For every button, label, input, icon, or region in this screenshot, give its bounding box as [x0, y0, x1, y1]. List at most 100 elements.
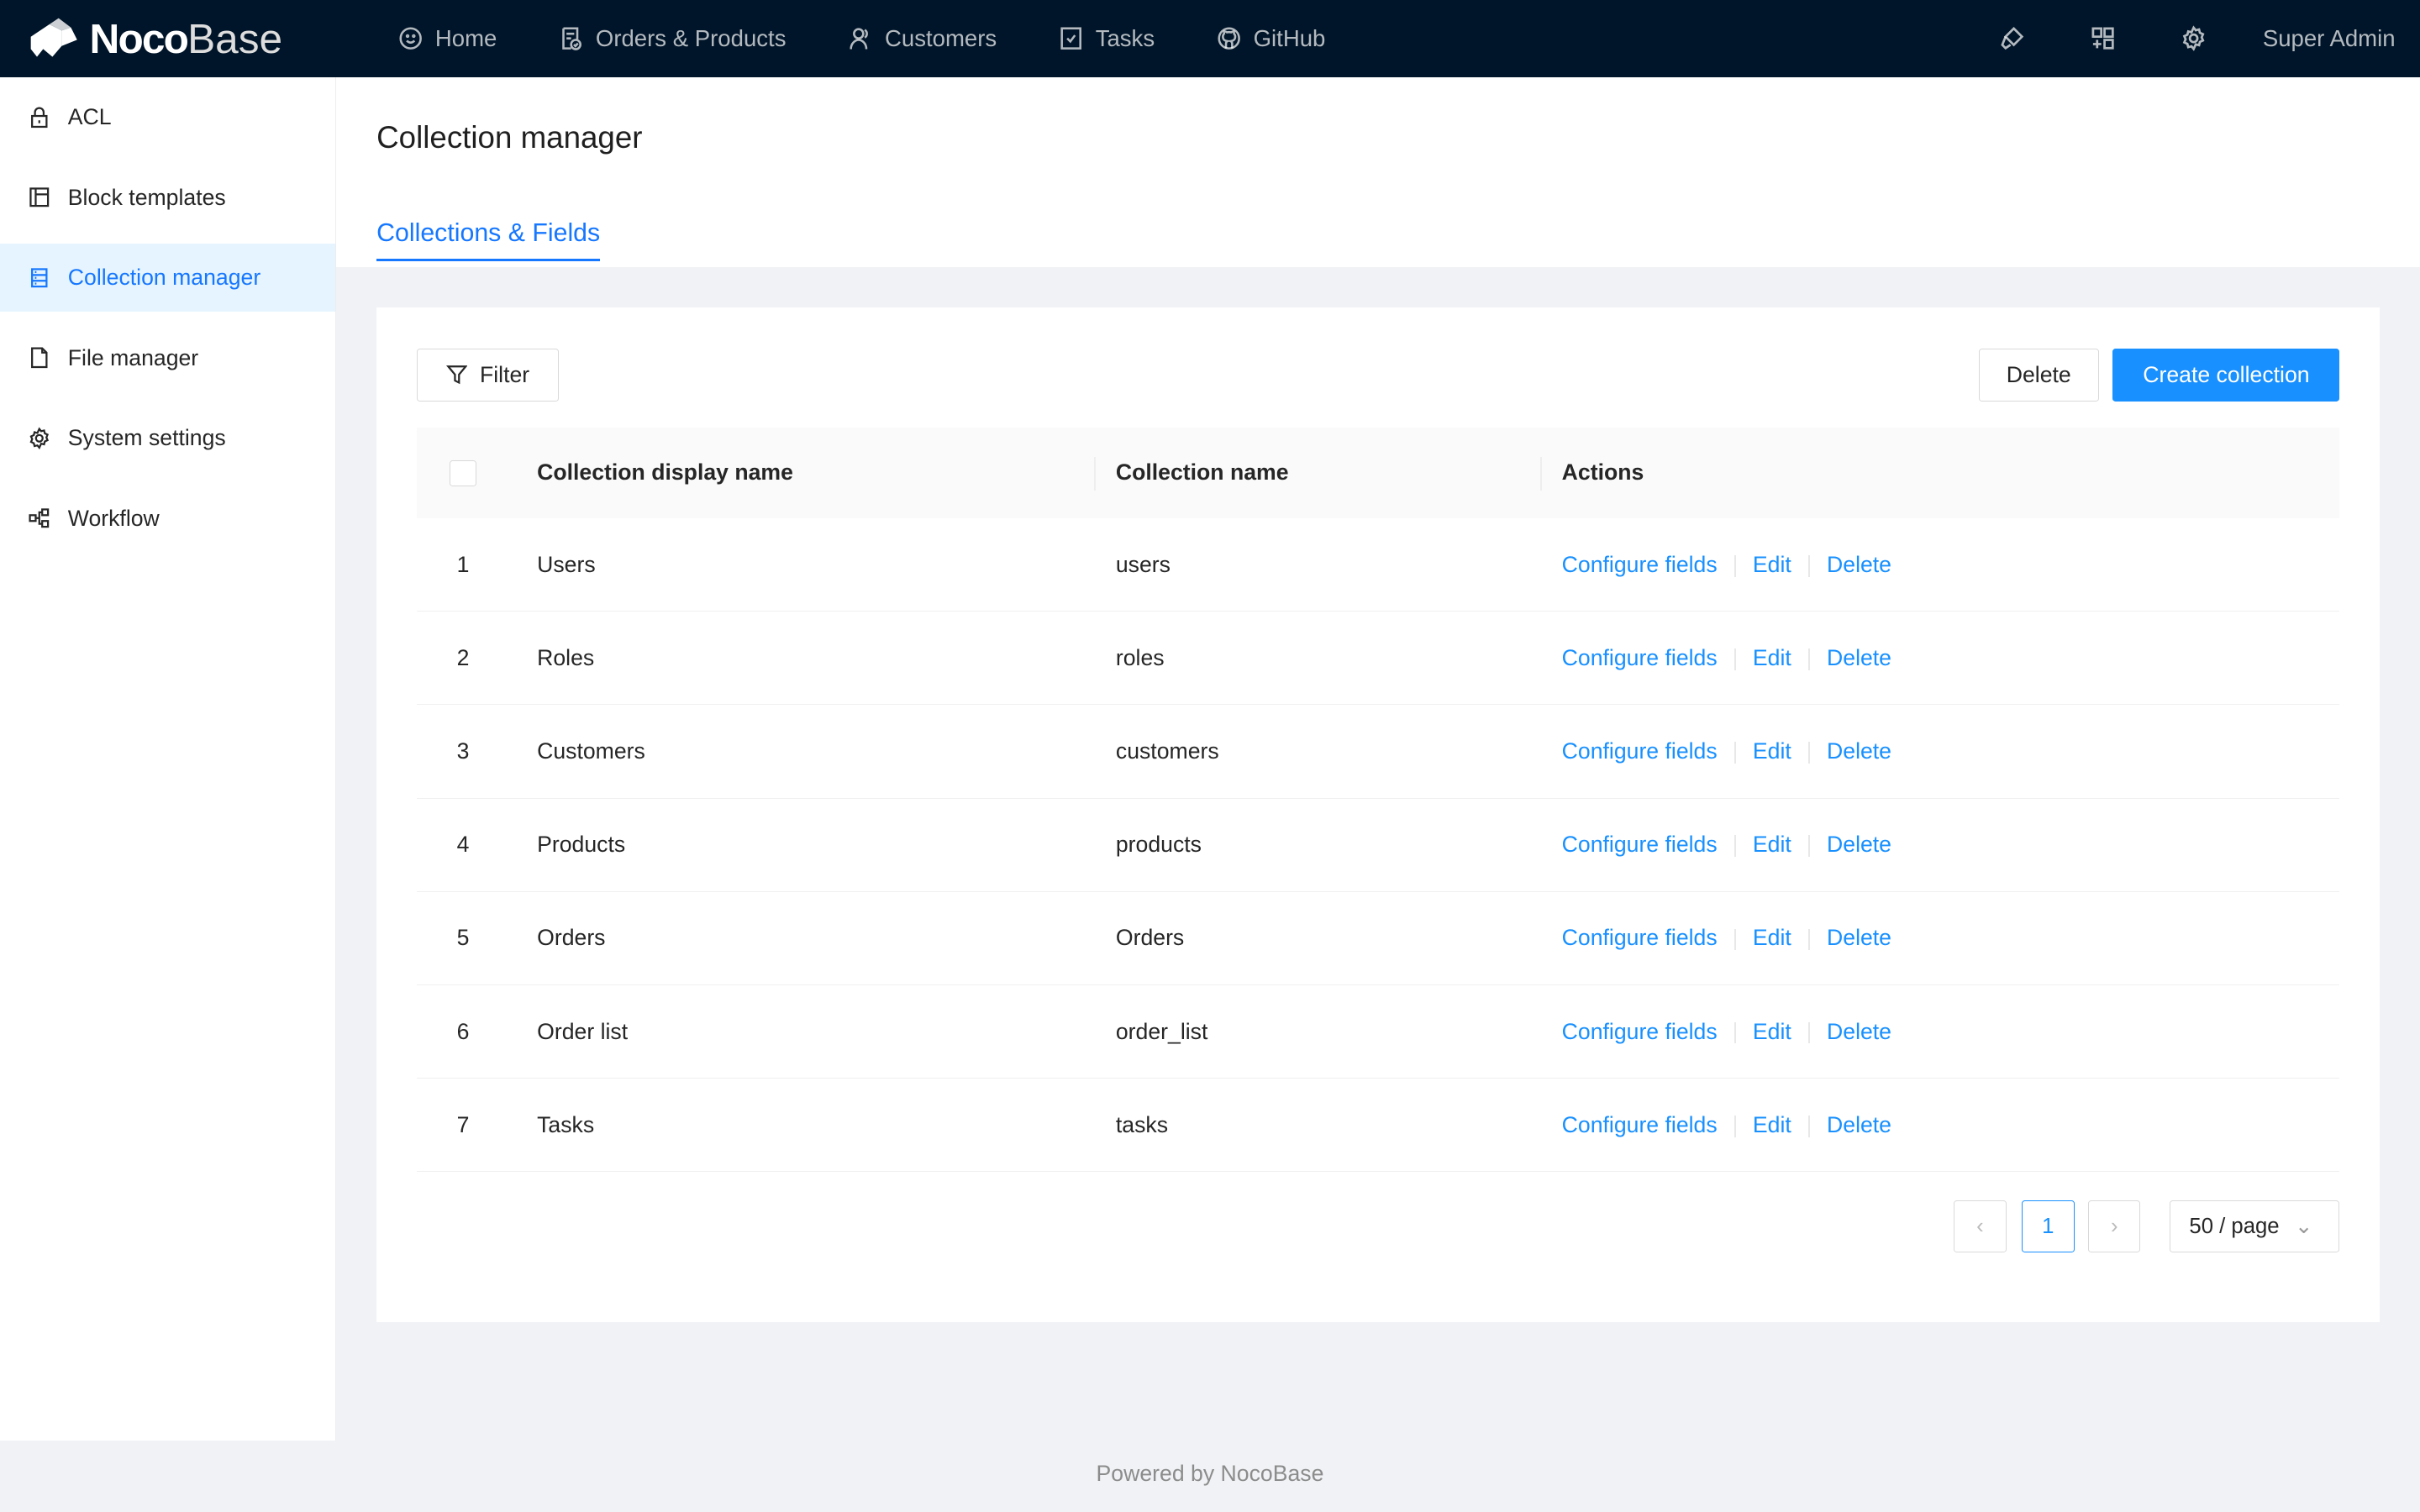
actions-cell: Configure fields Edit Delete — [1561, 984, 2340, 1079]
prev-page-button[interactable]: ‹ — [1954, 1200, 2007, 1253]
bulk-delete-button[interactable]: Delete — [1978, 349, 2099, 402]
row-number: 2 — [416, 611, 510, 706]
collection-name-cell: Orders — [1115, 891, 1562, 986]
chevron-down-icon: ⌄ — [2294, 1215, 2313, 1239]
page-title: Collection manager — [376, 120, 643, 155]
file-icon — [31, 347, 48, 369]
delete-link[interactable]: Delete — [1827, 645, 1891, 670]
divider — [1733, 648, 1736, 670]
configure-fields-link[interactable]: Configure fields — [1562, 552, 1718, 577]
collection-name-cell: roles — [1115, 611, 1562, 706]
edit-link[interactable]: Edit — [1753, 832, 1791, 857]
delete-link[interactable]: Delete — [1827, 552, 1891, 577]
nav-label: Orders & Products — [595, 24, 786, 51]
page-1-button[interactable]: 1 — [2022, 1200, 2075, 1253]
select-all-checkbox[interactable] — [450, 459, 476, 487]
divider — [1733, 1115, 1736, 1137]
sidebar-item-label: ACL — [67, 104, 112, 130]
divider — [1733, 1021, 1736, 1044]
nocobase-logo[interactable]: Noco Base — [28, 14, 367, 63]
delete-link[interactable]: Delete — [1827, 1019, 1891, 1044]
edit-link[interactable]: Edit — [1753, 552, 1791, 577]
delete-link[interactable]: Delete — [1827, 832, 1891, 857]
sidebar-item-system-settings[interactable]: System settings — [0, 404, 335, 472]
edit-link[interactable]: Edit — [1753, 925, 1791, 950]
user-menu[interactable]: Super Admin — [2263, 25, 2396, 52]
display-name-cell: Customers — [509, 704, 1116, 799]
create-collection-button[interactable]: Create collection — [2112, 349, 2340, 402]
edit-link[interactable]: Edit — [1753, 1112, 1791, 1137]
divider — [1808, 742, 1810, 764]
page-header: Collection manager Collections & Fields — [336, 76, 2420, 267]
sidebar-item-label: Collection manager — [67, 265, 261, 291]
actions-cell: Configure fields Edit Delete — [1561, 1078, 2340, 1173]
page-size-value: 50 / page — [2189, 1214, 2280, 1238]
display-name-cell: Orders — [509, 891, 1116, 986]
nav-home[interactable]: Home — [398, 25, 497, 52]
users-icon — [850, 28, 868, 50]
edit-link[interactable]: Edit — [1753, 645, 1791, 670]
github-icon — [1218, 27, 1240, 50]
actions-cell: Configure fields Edit Delete — [1561, 611, 2340, 706]
sidebar-item-label: File manager — [67, 344, 199, 370]
smile-icon — [399, 27, 422, 50]
file-check-icon — [562, 27, 581, 51]
collection-name-cell: tasks — [1115, 1078, 1562, 1173]
sidebar-item-workflow[interactable]: Workflow — [0, 485, 335, 553]
divider — [1808, 1021, 1810, 1044]
filter-icon — [445, 365, 468, 385]
actions-cell: Configure fields Edit Delete — [1561, 798, 2340, 892]
configure-fields-link[interactable]: Configure fields — [1562, 832, 1718, 857]
row-number: 4 — [416, 798, 510, 892]
sidebar-item-label: Workflow — [67, 505, 160, 531]
delete-link[interactable]: Delete — [1827, 738, 1891, 764]
sidebar-item-file-manager[interactable]: File manager — [0, 324, 335, 392]
table-row: 2 Roles roles Configure fields Edit Delete — [416, 611, 2340, 706]
table-row: 4 Products products Configure fields Edit… — [416, 798, 2340, 892]
workflow-icon — [29, 508, 50, 528]
settings-gear-icon[interactable] — [2181, 25, 2207, 52]
configure-fields-link[interactable]: Configure fields — [1562, 925, 1718, 950]
page-size-select[interactable]: 50 / page ⌄ — [2170, 1200, 2340, 1253]
nav-tasks[interactable]: Tasks — [1059, 25, 1155, 52]
display-name-cell: Products — [509, 798, 1116, 892]
divider — [1733, 835, 1736, 858]
table-row: 7 Tasks tasks Configure fields Edit Delete — [416, 1078, 2340, 1173]
sidebar-item-collection-manager[interactable]: Collection manager — [0, 244, 335, 312]
checkbox-icon — [1060, 27, 1081, 50]
edit-link[interactable]: Edit — [1753, 1019, 1791, 1044]
table-row: 6 Order list order_list Configure fields… — [416, 984, 2340, 1079]
sidebar-item-acl[interactable]: ACL — [0, 83, 335, 151]
table-header-row: Collection display name Collection name … — [416, 427, 2340, 519]
delete-link[interactable]: Delete — [1827, 1112, 1891, 1137]
theme-brush-icon[interactable] — [1999, 25, 2025, 51]
configure-fields-link[interactable]: Configure fields — [1562, 1112, 1718, 1137]
table-row: 3 Customers customers Configure fields Ed… — [416, 704, 2340, 799]
nav-label: Home — [434, 24, 497, 51]
delete-link[interactable]: Delete — [1827, 925, 1891, 950]
divider — [1808, 648, 1810, 670]
configure-fields-link[interactable]: Configure fields — [1562, 645, 1718, 670]
sidebar-item-block-templates[interactable]: Block templates — [0, 164, 335, 232]
nav-orders-products[interactable]: Orders & Products — [559, 25, 786, 52]
nav-label: Customers — [884, 24, 997, 51]
collection-name-cell: order_list — [1115, 984, 1562, 1079]
logo-icon — [30, 18, 77, 57]
actions-cell: Configure fields Edit Delete — [1561, 518, 2340, 612]
next-page-button[interactable]: › — [2088, 1200, 2141, 1253]
configure-fields-link[interactable]: Configure fields — [1562, 738, 1718, 764]
filter-button[interactable]: Filter — [416, 349, 559, 402]
filter-label: Filter — [479, 361, 530, 387]
edit-link[interactable]: Edit — [1753, 738, 1791, 764]
divider — [1733, 928, 1736, 951]
configure-fields-link[interactable]: Configure fields — [1562, 1019, 1718, 1044]
nav-github[interactable]: GitHub — [1217, 25, 1325, 52]
add-block-grid-icon[interactable] — [2090, 25, 2116, 51]
collection-name-cell: customers — [1115, 704, 1562, 799]
tab-collections-fields[interactable]: Collections & Fields — [376, 219, 601, 261]
nav-customers[interactable]: Customers — [848, 25, 997, 52]
actions-cell: Configure fields Edit Delete — [1561, 891, 2340, 986]
sidebar-item-label: Block templates — [67, 184, 226, 210]
lock-icon — [31, 107, 48, 128]
column-header-name: Collection name — [1094, 427, 1562, 519]
